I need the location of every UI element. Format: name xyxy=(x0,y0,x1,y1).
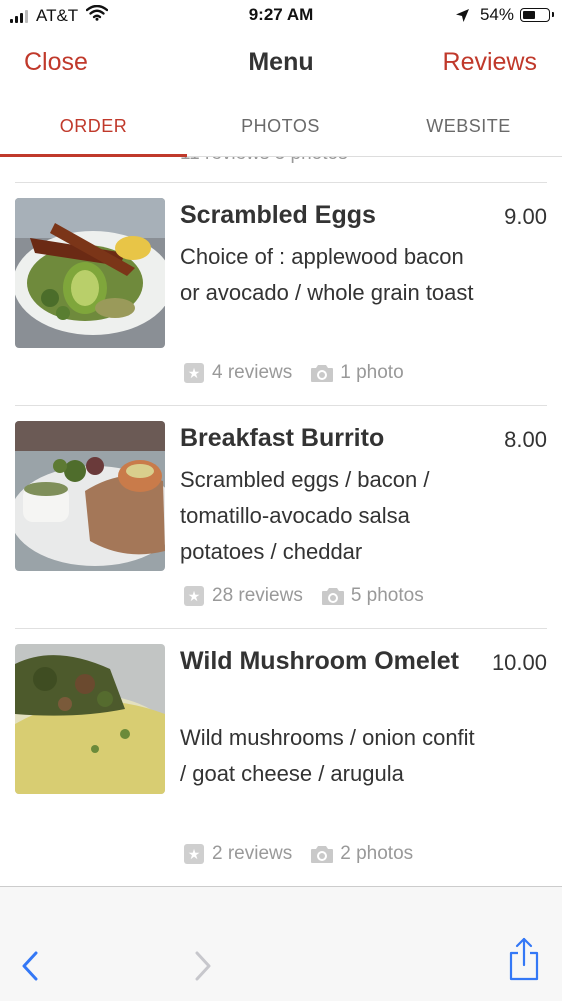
share-icon[interactable] xyxy=(508,937,540,986)
tab-website[interactable]: WEBSITE xyxy=(375,116,562,137)
navigation-bar: Close Menu Reviews xyxy=(0,36,562,92)
review-count[interactable]: 4 reviews xyxy=(212,362,292,384)
status-bar: AT&T 9:27 AM 54% xyxy=(0,0,562,32)
item-price: 9.00 xyxy=(504,204,547,229)
menu-item-wild-mushroom-omelet[interactable]: Wild Mushroom Omelet 10.00 Wild mushroom… xyxy=(0,628,562,886)
photo-count[interactable]: 5 photos xyxy=(351,585,424,607)
tab-order[interactable]: ORDER xyxy=(0,116,187,137)
item-meta: ★ 4 reviews 1 photo xyxy=(180,362,404,384)
segment-tabs: ORDER PHOTOS WEBSITE xyxy=(0,100,562,157)
photo-count[interactable]: 1 photo xyxy=(340,362,403,384)
star-icon: ★ xyxy=(184,363,204,383)
divider xyxy=(15,628,547,629)
divider xyxy=(15,182,547,183)
item-photo[interactable] xyxy=(15,198,165,348)
menu-item-scrambled-eggs[interactable]: Scrambled Eggs 9.00 Choice of : applewoo… xyxy=(0,182,562,406)
battery-icon xyxy=(520,8,554,22)
camera-icon xyxy=(310,845,334,864)
camera-icon xyxy=(310,364,334,383)
photo-count[interactable]: 2 photos xyxy=(340,843,413,865)
review-count[interactable]: 2 reviews xyxy=(212,843,292,865)
item-meta: ★ 28 reviews 5 photos xyxy=(180,585,424,607)
camera-icon xyxy=(321,587,345,606)
browser-toolbar xyxy=(0,886,562,1001)
item-description: Wild mushrooms / onion confit / goat che… xyxy=(180,725,475,786)
battery-percent: 54% xyxy=(479,5,514,24)
item-name: Scrambled Eggs xyxy=(180,201,376,229)
item-photo[interactable] xyxy=(15,421,165,571)
item-description: Scrambled eggs / bacon / tomatillo-avoca… xyxy=(180,467,430,564)
item-name: Breakfast Burrito xyxy=(180,424,385,452)
divider xyxy=(15,405,547,406)
chevron-left-icon[interactable] xyxy=(20,951,40,986)
active-tab-indicator xyxy=(0,154,187,157)
menu-item-breakfast-burrito[interactable]: Breakfast Burrito 8.00 Scrambled eggs / … xyxy=(0,405,562,629)
item-name: Wild Mushroom Omelet xyxy=(180,647,459,675)
location-arrow-icon xyxy=(455,8,470,23)
star-icon: ★ xyxy=(184,586,204,606)
battery-group: 54% xyxy=(455,5,554,25)
item-price: 8.00 xyxy=(504,427,547,452)
tab-photos[interactable]: PHOTOS xyxy=(187,116,374,137)
star-icon: ★ xyxy=(184,844,204,864)
item-meta: ★ 2 reviews 2 photos xyxy=(180,843,413,865)
reviews-button[interactable]: Reviews xyxy=(443,48,537,77)
item-price: 10.00 xyxy=(491,650,547,675)
item-photo[interactable] xyxy=(15,644,165,794)
chevron-right-icon[interactable] xyxy=(193,951,213,986)
item-description: Choice of : applewood bacon or avocado /… xyxy=(180,244,474,305)
review-count[interactable]: 28 reviews xyxy=(212,585,303,607)
